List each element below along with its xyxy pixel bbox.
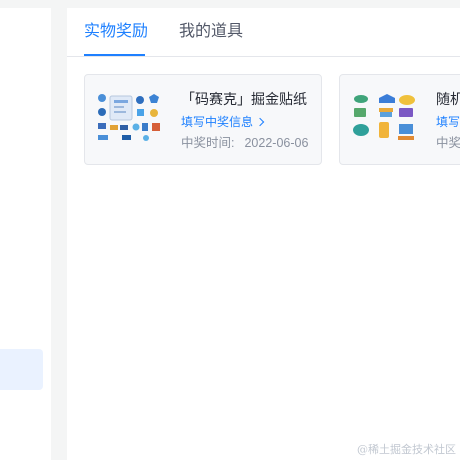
tab-bar: 实物奖励 我的道具 — [67, 8, 460, 57]
sidebar-item-active[interactable] — [0, 349, 43, 390]
fill-prize-info-link[interactable]: 填写 — [436, 113, 460, 131]
sticker-pack-image — [98, 94, 160, 141]
prize-time: 中奖 — [436, 136, 460, 150]
prize-card: 随机 填写 中奖 — [339, 74, 460, 165]
prize-title: 「码赛克」掘金贴纸 — [181, 91, 307, 107]
active-tab-indicator — [84, 54, 145, 56]
watermark: @稀土掘金技术社区 — [357, 443, 456, 456]
tab-physical-rewards[interactable]: 实物奖励 — [84, 21, 148, 43]
sidebar — [0, 8, 51, 460]
main-panel: 实物奖励 我的道具 「码赛克」掘金贴纸 填写中奖信息 中奖时间: 2022-06… — [67, 8, 460, 460]
random-prize-image — [353, 94, 415, 140]
prize-title: 随机 — [436, 91, 460, 107]
tab-my-items[interactable]: 我的道具 — [179, 21, 243, 43]
prize-time: 中奖时间: 2022-06-06 — [181, 136, 309, 150]
prize-card: 「码赛克」掘金贴纸 填写中奖信息 中奖时间: 2022-06-06 — [84, 74, 322, 165]
chevron-right-icon — [255, 117, 265, 127]
fill-prize-info-link[interactable]: 填写中奖信息 — [181, 113, 265, 131]
